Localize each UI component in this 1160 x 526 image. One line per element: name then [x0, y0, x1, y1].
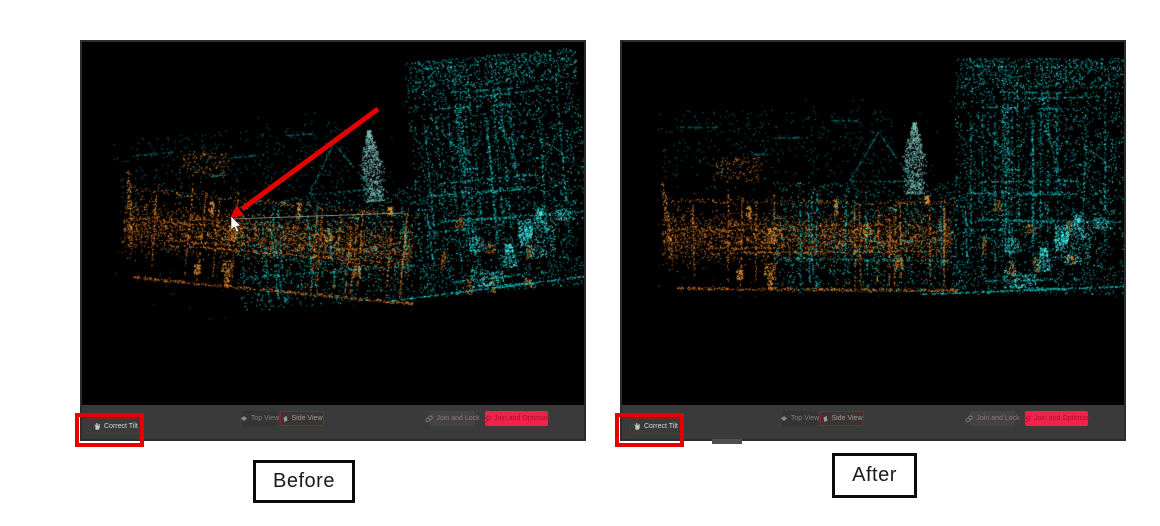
- join-and-lock-button[interactable]: Join and Lock: [430, 411, 475, 426]
- join-optimize-icon: [483, 415, 491, 423]
- after-caption-label: After: [852, 464, 897, 487]
- hand-icon: [93, 422, 101, 430]
- viewer-toolbar: Correct Tilt Top View Side View Join and…: [622, 405, 1124, 439]
- hand-icon: [633, 422, 641, 430]
- correct-tilt-label: Correct Tilt: [644, 423, 678, 430]
- viewer-toolbar: Correct Tilt Top View Side View Join and…: [82, 405, 584, 439]
- viewer-panel-after: Correct Tilt Top View Side View Join and…: [620, 40, 1126, 441]
- join-optimize-icon: [1023, 415, 1031, 423]
- before-caption: Before: [253, 460, 355, 503]
- point-cloud-viewport-before[interactable]: [82, 42, 584, 407]
- side-view-label: Side View: [292, 415, 323, 422]
- top-view-button[interactable]: Top View: [242, 411, 277, 426]
- viewer-panel-before: Correct Tilt Top View Side View Join and…: [80, 40, 586, 441]
- join-lock-icon: [965, 415, 973, 423]
- join-and-lock-button[interactable]: Join and Lock: [970, 411, 1015, 426]
- side-view-button[interactable]: Side View: [820, 411, 864, 426]
- join-and-lock-label: Join and Lock: [976, 415, 1019, 422]
- top-view-button[interactable]: Top View: [782, 411, 817, 426]
- join-and-optimize-button[interactable]: Join and Optimize: [485, 411, 548, 426]
- side-view-label: Side View: [832, 415, 863, 422]
- correct-tilt-button[interactable]: Correct Tilt: [629, 418, 682, 434]
- point-cloud-viewport-after[interactable]: [622, 42, 1124, 407]
- join-lock-icon: [425, 415, 433, 423]
- side-view-icon: [822, 415, 829, 423]
- side-view-icon: [282, 415, 289, 423]
- top-view-icon: [780, 415, 788, 422]
- top-view-label: Top View: [791, 415, 819, 422]
- side-view-button[interactable]: Side View: [280, 411, 324, 426]
- correct-tilt-button[interactable]: Correct Tilt: [89, 418, 142, 434]
- after-caption: After: [832, 453, 917, 498]
- join-and-optimize-label: Join and Optimize: [1034, 415, 1090, 422]
- correct-tilt-label: Correct Tilt: [104, 423, 138, 430]
- join-and-optimize-button[interactable]: Join and Optimize: [1025, 411, 1088, 426]
- join-and-optimize-label: Join and Optimize: [494, 415, 550, 422]
- top-view-label: Top View: [251, 415, 279, 422]
- top-view-icon: [240, 415, 248, 422]
- join-and-lock-label: Join and Lock: [436, 415, 479, 422]
- before-caption-label: Before: [273, 470, 335, 493]
